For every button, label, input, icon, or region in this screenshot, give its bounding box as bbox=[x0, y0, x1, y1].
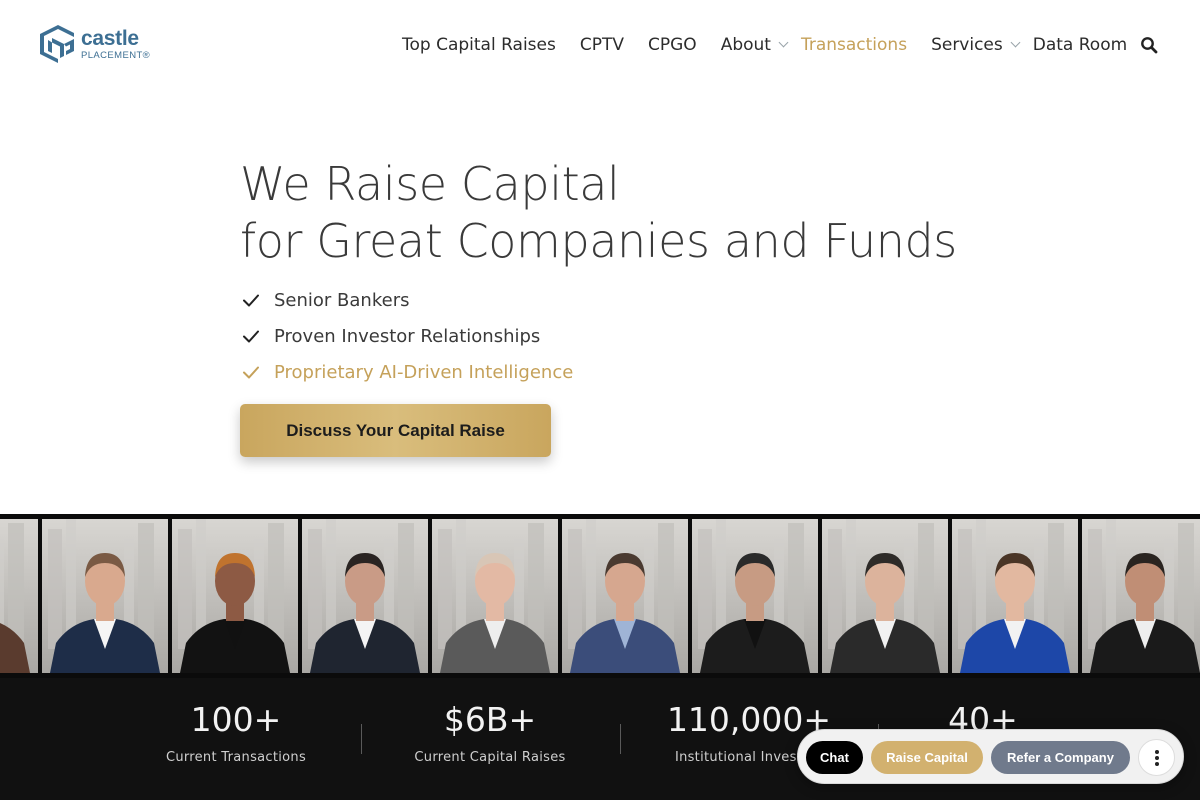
logo-subtitle: PLACEMENT® bbox=[81, 49, 151, 61]
cp-cube-logo-icon bbox=[40, 25, 74, 63]
checkmark-icon bbox=[243, 366, 259, 379]
search-button[interactable] bbox=[1140, 36, 1160, 56]
team-member-portrait bbox=[0, 519, 38, 673]
hero-title-line-2: for Great Companies and Funds bbox=[240, 214, 957, 268]
castle-placement-logo[interactable]: castle PLACEMENT® bbox=[39, 23, 150, 65]
team-member-photo[interactable] bbox=[1082, 519, 1200, 673]
checkmark-icon bbox=[243, 330, 259, 343]
stat-current-transactions: 100+ Current Transactions bbox=[111, 700, 361, 765]
raise-capital-button[interactable]: Raise Capital bbox=[871, 741, 983, 774]
stat-value: 100+ bbox=[190, 700, 282, 739]
nav-top-capital-raises[interactable]: Top Capital Raises bbox=[402, 35, 556, 55]
team-member-portrait bbox=[42, 519, 168, 673]
stat-current-capital-raises: $6B+ Current Capital Raises bbox=[365, 700, 615, 765]
stat-divider bbox=[361, 724, 362, 754]
list-item: Senior Bankers bbox=[240, 282, 573, 318]
floating-action-bar: Chat Raise Capital Refer a Company bbox=[797, 729, 1184, 784]
team-member-photo[interactable] bbox=[952, 519, 1078, 673]
team-member-photo[interactable] bbox=[562, 519, 688, 673]
team-member-portrait bbox=[822, 519, 948, 673]
team-member-portrait bbox=[302, 519, 428, 673]
team-member-photo[interactable] bbox=[42, 519, 168, 673]
hero-title: We Raise Capital for Great Companies and… bbox=[240, 156, 957, 270]
team-member-photo[interactable] bbox=[302, 519, 428, 673]
team-member-portrait bbox=[952, 519, 1078, 673]
logo-wordmark: castle bbox=[81, 26, 139, 50]
nav-services-label: Services bbox=[931, 35, 1003, 55]
team-photo-strip bbox=[0, 514, 1200, 678]
nav-about-label: About bbox=[720, 35, 771, 55]
team-member-photo[interactable] bbox=[172, 519, 298, 673]
discuss-capital-raise-button[interactable]: Discuss Your Capital Raise bbox=[240, 404, 551, 457]
team-member-photo[interactable] bbox=[692, 519, 818, 673]
value-proposition-list: Senior Bankers Proven Investor Relations… bbox=[240, 282, 573, 390]
checkmark-icon bbox=[243, 294, 259, 307]
team-member-portrait bbox=[562, 519, 688, 673]
nav-cptv[interactable]: CPTV bbox=[580, 35, 624, 55]
refer-company-button[interactable]: Refer a Company bbox=[991, 741, 1130, 774]
list-item-label: Proven Investor Relationships bbox=[274, 325, 541, 347]
nav-data-room[interactable]: Data Room bbox=[1033, 35, 1127, 55]
site-header: castle PLACEMENT® Top Capital Raises CPT… bbox=[0, 0, 1200, 90]
team-member-photo[interactable] bbox=[822, 519, 948, 673]
main-navigation: Top Capital Raises CPTV CPGO About Trans… bbox=[390, 34, 1127, 56]
nav-cpgo[interactable]: CPGO bbox=[648, 35, 697, 55]
list-item: Proven Investor Relationships bbox=[240, 318, 573, 354]
nav-about[interactable]: About bbox=[720, 35, 789, 55]
nav-services[interactable]: Services bbox=[931, 35, 1021, 55]
hero-title-line-1: We Raise Capital bbox=[240, 157, 620, 211]
team-member-portrait bbox=[432, 519, 558, 673]
stat-divider bbox=[620, 724, 621, 754]
chevron-down-icon bbox=[778, 37, 789, 48]
stat-value: $6B+ bbox=[443, 700, 537, 739]
search-icon bbox=[1141, 37, 1158, 54]
team-member-photo[interactable] bbox=[432, 519, 558, 673]
chevron-down-icon bbox=[1010, 37, 1021, 48]
team-member-portrait bbox=[692, 519, 818, 673]
list-item-label: Proprietary AI-Driven Intelligence bbox=[274, 361, 574, 383]
list-item: Proprietary AI-Driven Intelligence bbox=[240, 354, 573, 390]
team-member-photo[interactable] bbox=[0, 519, 38, 673]
team-member-portrait bbox=[172, 519, 298, 673]
stat-label: Current Transactions bbox=[165, 750, 307, 765]
list-item-label: Senior Bankers bbox=[274, 289, 410, 311]
team-member-portrait bbox=[1082, 519, 1200, 673]
nav-transactions[interactable]: Transactions bbox=[801, 35, 907, 55]
chat-button[interactable]: Chat bbox=[806, 741, 863, 774]
stat-label: Current Capital Raises bbox=[414, 750, 566, 765]
more-vertical-icon bbox=[1154, 749, 1159, 766]
more-options-button[interactable] bbox=[1138, 739, 1175, 776]
